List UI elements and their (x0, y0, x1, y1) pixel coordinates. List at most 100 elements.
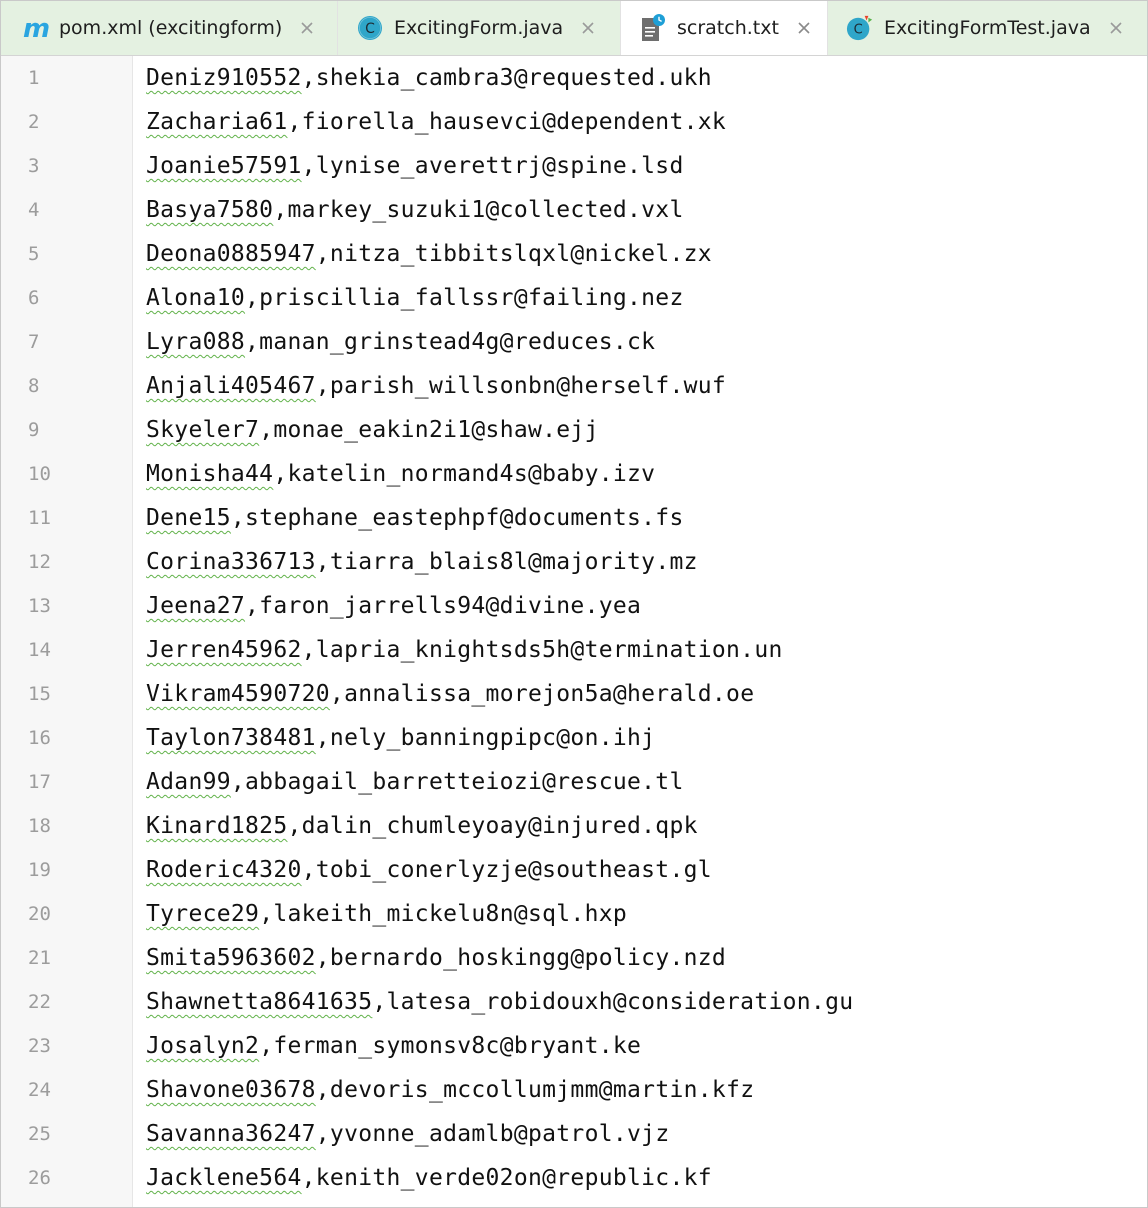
code-line[interactable]: Dene15,stephane_eastephpf@documents.fs (146, 496, 1147, 540)
line-number: 25 (28, 1123, 51, 1145)
line-number: 21 (28, 947, 51, 969)
email-token: ,tobi_conerlyzje@southeast.gl (301, 857, 712, 883)
code-line[interactable]: Taylon738481,nely_banningpipc@on.ihj (146, 716, 1147, 760)
line-number: 4 (28, 199, 40, 221)
editor-content[interactable]: Deniz910552,shekia_cambra3@requested.ukh… (133, 56, 1147, 1207)
tab-label: ExcitingFormTest.java (884, 17, 1091, 39)
line-number: 9 (28, 419, 40, 441)
email-token: ,abbagail_barretteiozi@rescue.tl (230, 769, 684, 795)
code-line[interactable]: Vikram4590720,annalissa_morejon5a@herald… (146, 672, 1147, 716)
email-token: ,annalissa_morejon5a@herald.oe (329, 681, 755, 707)
email-token: ,lapria_knightsds5h@termination.un (301, 637, 783, 663)
username-token: Vikram4590720 (146, 681, 330, 707)
line-number: 1 (28, 67, 40, 89)
code-line[interactable]: Deona0885947,nitza_tibbitslqxl@nickel.zx (146, 232, 1147, 276)
username-token: Skyeler7 (146, 417, 260, 443)
code-line[interactable]: Anjali405467,parish_willsonbn@herself.wu… (146, 364, 1147, 408)
code-line[interactable]: Smita5963602,bernardo_hoskingg@policy.nz… (146, 936, 1147, 980)
line-number-gutter: 1 2 3 4 5 6 7 8 9 10 11 12 13 14 15 16 17 18 19 20 21 22 23 24 2… (1, 56, 133, 1207)
email-token: ,katelin_normand4s@baby.izv (273, 461, 656, 487)
code-line[interactable]: Tyrece29,lakeith_mickelu8n@sql.hxp (146, 892, 1147, 936)
close-icon[interactable] (296, 17, 318, 39)
email-token: ,markey_suzuki1@collected.vxl (273, 197, 684, 223)
code-line[interactable]: Roderic4320,tobi_conerlyzje@southeast.gl (146, 848, 1147, 892)
username-token: Shawnetta8641635 (146, 989, 373, 1015)
ide-window: m pom.xml (excitingform) C ExcitingForm.… (0, 0, 1148, 1208)
close-icon[interactable] (793, 17, 815, 39)
code-line[interactable]: Zacharia61,fiorella_hausevci@dependent.x… (146, 100, 1147, 144)
line-number: 3 (28, 155, 40, 177)
java-test-class-icon: C (846, 14, 874, 42)
username-token: Taylon738481 (146, 725, 316, 751)
maven-icon: m (21, 14, 53, 42)
username-token: Joanie57591 (146, 153, 302, 179)
line-number: 2 (28, 111, 40, 133)
code-line[interactable]: Jacklene564,kenith_verde02on@republic.kf (146, 1156, 1147, 1200)
username-token: Deona0885947 (146, 241, 316, 267)
line-number: 26 (28, 1167, 51, 1189)
code-line[interactable]: Adan99,abbagail_barretteiozi@rescue.tl (146, 760, 1147, 804)
line-number: 10 (28, 463, 51, 485)
username-token: Jerren45962 (146, 637, 302, 663)
email-token: ,lakeith_mickelu8n@sql.hxp (259, 901, 628, 927)
line-number: 6 (28, 287, 40, 309)
tab-excitingformtest-java[interactable]: C ExcitingFormTest.java (828, 1, 1147, 55)
username-token: Jacklene564 (146, 1165, 302, 1191)
email-token: ,yvonne_adamlb@patrol.vjz (315, 1121, 670, 1147)
code-line[interactable]: Alona10,priscillia_fallssr@failing.nez (146, 276, 1147, 320)
email-token: ,monae_eakin2i1@shaw.ejj (259, 417, 599, 443)
code-line[interactable]: Kinard1825,dalin_chumleyoay@injured.qpk (146, 804, 1147, 848)
username-token: Anjali405467 (146, 373, 316, 399)
line-number: 11 (28, 507, 51, 529)
username-token: Adan99 (146, 769, 231, 795)
code-line[interactable]: Joanie57591,lynise_averettrj@spine.lsd (146, 144, 1147, 188)
username-token: Josalyn2 (146, 1033, 260, 1059)
email-token: ,latesa_robidouxh@consideration.gu (372, 989, 854, 1015)
username-token: Shavone03678 (146, 1077, 316, 1103)
tab-label: scratch.txt (677, 17, 779, 39)
code-line[interactable]: Lyra088,manan_grinstead4g@reduces.ck (146, 320, 1147, 364)
code-line[interactable]: Savanna36247,yvonne_adamlb@patrol.vjz (146, 1112, 1147, 1156)
email-token: ,manan_grinstead4g@reduces.ck (245, 329, 656, 355)
code-line[interactable]: Shawnetta8641635,latesa_robidouxh@consid… (146, 980, 1147, 1024)
close-icon[interactable] (577, 17, 599, 39)
code-line[interactable]: Josalyn2,ferman_symonsv8c@bryant.ke (146, 1024, 1147, 1068)
email-token: ,fiorella_hausevci@dependent.xk (287, 109, 727, 135)
tab-pom-xml[interactable]: m pom.xml (excitingform) (1, 1, 338, 55)
code-line[interactable]: Shavone03678,devoris_mccollumjmm@martin.… (146, 1068, 1147, 1112)
code-line[interactable]: Jerren45962,lapria_knightsds5h@terminati… (146, 628, 1147, 672)
code-line[interactable]: Monisha44,katelin_normand4s@baby.izv (146, 452, 1147, 496)
username-token: Zacharia61 (146, 109, 288, 135)
username-token: Basya7580 (146, 197, 274, 223)
email-token: ,ferman_symonsv8c@bryant.ke (259, 1033, 642, 1059)
tab-scratch-txt[interactable]: scratch.txt (621, 1, 828, 55)
email-token: ,nitza_tibbitslqxl@nickel.zx (315, 241, 712, 267)
code-line[interactable]: Skyeler7,monae_eakin2i1@shaw.ejj (146, 408, 1147, 452)
line-number: 13 (28, 595, 51, 617)
email-token: ,priscillia_fallssr@failing.nez (245, 285, 684, 311)
java-class-icon: C (356, 14, 384, 42)
line-number: 16 (28, 727, 51, 749)
username-token: Corina336713 (146, 549, 316, 575)
username-token: Kinard1825 (146, 813, 288, 839)
svg-text:C: C (854, 23, 863, 38)
code-line[interactable]: Corina336713,tiarra_blais8l@majority.mz (146, 540, 1147, 584)
email-token: ,faron_jarrells94@divine.yea (245, 593, 642, 619)
code-line[interactable]: Jeena27,faron_jarrells94@divine.yea (146, 584, 1147, 628)
line-number: 17 (28, 771, 51, 793)
username-token: Tyrece29 (146, 901, 260, 927)
email-token: ,dalin_chumleyoay@injured.qpk (287, 813, 698, 839)
code-line[interactable]: Deniz910552,shekia_cambra3@requested.ukh (146, 56, 1147, 100)
line-number: 18 (28, 815, 51, 837)
text-editor[interactable]: 1 2 3 4 5 6 7 8 9 10 11 12 13 14 15 16 17 18 19 20 21 22 23 24 2… (1, 56, 1147, 1207)
email-token: ,bernardo_hoskingg@policy.nzd (315, 945, 727, 971)
username-token: Jeena27 (146, 593, 246, 619)
email-token: ,shekia_cambra3@requested.ukh (301, 65, 712, 91)
username-token: Alona10 (146, 285, 246, 311)
close-icon[interactable] (1105, 17, 1127, 39)
username-token: Roderic4320 (146, 857, 302, 883)
code-line[interactable]: Basya7580,markey_suzuki1@collected.vxl (146, 188, 1147, 232)
svg-text:m: m (23, 16, 50, 40)
tab-excitingform-java[interactable]: C ExcitingForm.java (338, 1, 621, 55)
username-token: Smita5963602 (146, 945, 316, 971)
